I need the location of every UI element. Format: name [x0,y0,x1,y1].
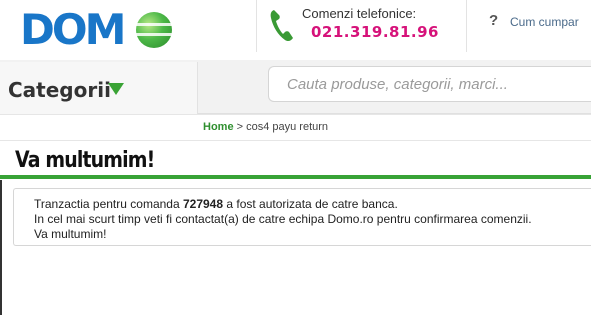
order-number: 727948 [182,197,224,211]
message-suffix: a fost autorizata de catre banca. [223,197,398,211]
phone-number[interactable]: 021.319.81.96 [311,23,439,41]
search-box[interactable] [268,66,591,102]
breadcrumb-current: cos4 payu return [246,121,329,133]
logo-text-m: M [84,5,127,54]
breadcrumb-separator: > [233,121,247,133]
header-divider [256,0,257,52]
phone-icon [270,10,293,42]
categories-menu[interactable]: Categorii [0,62,198,114]
message-line-3: Va multumim! [34,227,107,241]
logo-text-do: DO [20,5,88,54]
domo-logo[interactable]: DOM [18,6,178,54]
breadcrumb-home[interactable]: Home [203,121,234,133]
page-edge [0,180,2,315]
phone-label: Comenzi telefonice: [302,6,417,21]
message-prefix: Tranzactia pentru comanda [34,197,183,211]
page-title: Va multumim! [15,148,155,173]
site-header: DOM Comenzi telefonice: 021.319.81.96 ? … [0,0,591,60]
search-input[interactable] [269,67,591,101]
globe-band [136,33,172,36]
globe-band [136,23,172,26]
message-line-2: In cel mai scurt timp veti fi contactat(… [34,212,532,226]
help-link[interactable]: Cum cumpar [510,15,579,29]
triangle-down-icon [108,83,124,95]
header-divider [466,0,467,52]
question-icon: ? [489,12,499,29]
globe-icon [136,12,172,48]
logo-wordmark: DOM [20,5,127,54]
categories-label: Categorii [8,78,111,102]
breadcrumb: Home > cos4 payu return [203,121,328,133]
confirmation-message-box: Tranzactia pentru comanda 727948 a fost … [13,188,591,246]
message-line-1: Tranzactia pentru comanda 727948 a fost … [34,197,398,211]
